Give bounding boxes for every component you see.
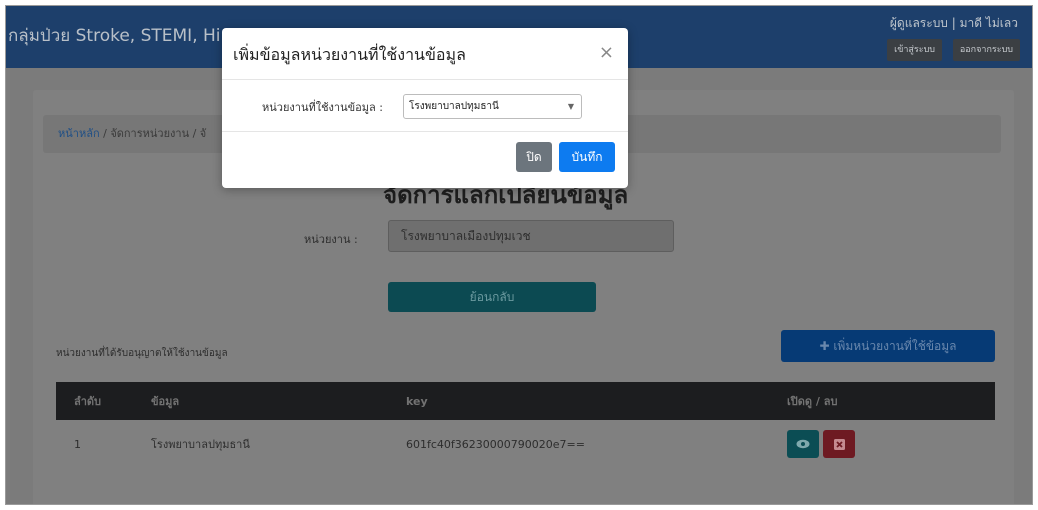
- view-button[interactable]: [787, 430, 819, 458]
- unit-field[interactable]: โรงพยาบาลเมืองปทุมเวช: [388, 220, 674, 252]
- modal-footer: ปิด บันทึก: [222, 132, 628, 187]
- allowed-units-label: หน่วยงานที่ได้รับอนุญาตให้ใช้งานข้อมูล: [56, 348, 228, 359]
- add-unit-modal: เพิ่มข้อมูลหน่วยงานที่ใช้งานข้อมูล × หน่…: [222, 28, 628, 188]
- eye-icon: [796, 439, 810, 449]
- col-header-actions: เปิดดู / ลบ: [787, 395, 838, 408]
- modal-title: เพิ่มข้อมูลหน่วยงานที่ใช้งานข้อมูล: [233, 45, 466, 64]
- user-info: ผู้ดูแลระบบ | มาดี ไม่เลว: [889, 16, 1018, 30]
- cell-key: 601fc40f36230000790020e7==: [406, 437, 585, 451]
- app-brand[interactable]: กลุ่มป่วย Stroke, STEMI, Hi: [8, 22, 221, 49]
- table-header: ลำดับ ข้อมูล key เปิดดู / ลบ: [56, 382, 995, 420]
- breadcrumb-home-link[interactable]: หน้าหลัก: [58, 127, 100, 140]
- close-icon[interactable]: ×: [599, 42, 614, 63]
- col-header-no: ลำดับ: [74, 395, 102, 408]
- logout-button[interactable]: ออกจากระบบ: [952, 39, 1020, 61]
- unit-label: หน่วยงาน :: [304, 233, 358, 246]
- modal-body: หน่วยงานที่ใช้งานข้อมูล : โรงพยาบาลปทุมธ…: [222, 80, 628, 132]
- unit-select[interactable]: โรงพยาบาลปทุมธานี ▼: [403, 94, 582, 119]
- cell-name: โรงพยาบาลปทุมธานี: [151, 438, 250, 451]
- col-header-key: key: [406, 394, 428, 408]
- cell-no: 1: [74, 437, 81, 451]
- chevron-down-icon: ▼: [567, 102, 574, 111]
- col-header-data: ข้อมูล: [151, 395, 180, 408]
- units-table: ลำดับ ข้อมูล key เปิดดู / ลบ 1 โรงพยาบาล…: [56, 382, 995, 468]
- save-button[interactable]: บันทึก: [559, 142, 615, 172]
- unit-select-value: โรงพยาบาลปทุมธานี: [409, 101, 499, 112]
- breadcrumb-separator: /: [99, 127, 111, 140]
- modal-header: เพิ่มข้อมูลหน่วยงานที่ใช้งานข้อมูล ×: [222, 28, 628, 80]
- plus-icon: ✚: [819, 339, 834, 353]
- login-button[interactable]: เข้าสู่ระบบ: [887, 39, 942, 61]
- table-row: 1 โรงพยาบาลปทุมธานี 601fc40f362300007900…: [56, 420, 995, 468]
- browser-frame: กลุ่มป่วย Stroke, STEMI, Hi ผู้ดูแลระบบ …: [5, 5, 1033, 505]
- breadcrumb-current[interactable]: จัดการหน่วยงาน / จั: [110, 127, 206, 140]
- unit-select-label: หน่วยงานที่ใช้งานข้อมูล :: [262, 101, 383, 114]
- close-square-icon: [833, 438, 845, 450]
- cell-actions: [787, 430, 995, 458]
- close-button[interactable]: ปิด: [516, 142, 552, 172]
- delete-button[interactable]: [823, 430, 855, 458]
- back-button[interactable]: ย้อนกลับ: [388, 282, 596, 312]
- add-unit-label: เพิ่มหน่วยงานที่ใช้ข้อมูล: [833, 339, 957, 353]
- add-unit-button[interactable]: ✚ เพิ่มหน่วยงานที่ใช้ข้อมูล: [781, 330, 995, 362]
